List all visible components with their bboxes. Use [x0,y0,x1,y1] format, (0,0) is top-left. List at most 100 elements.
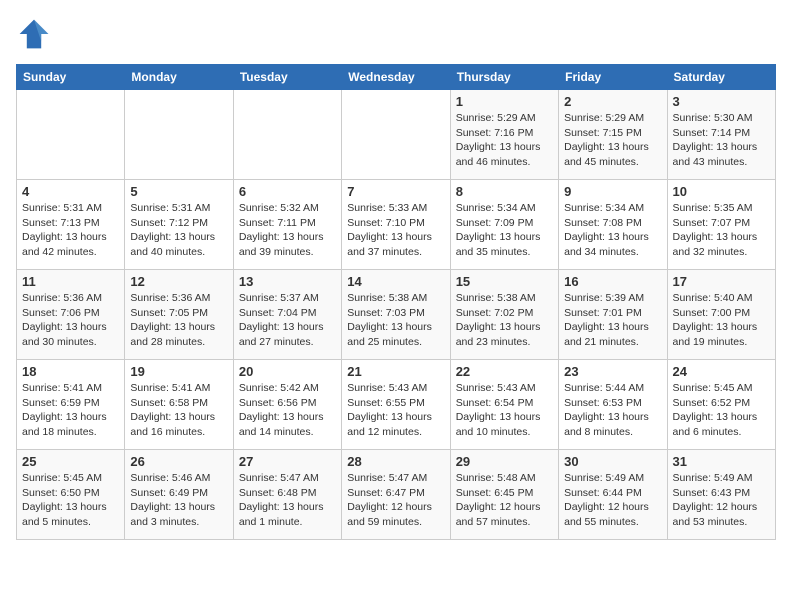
day-info: Sunrise: 5:31 AMSunset: 7:12 PMDaylight:… [130,201,227,260]
day-number: 24 [673,364,770,379]
day-number: 6 [239,184,336,199]
day-number: 9 [564,184,661,199]
calendar-cell [233,90,341,180]
calendar-cell: 11Sunrise: 5:36 AMSunset: 7:06 PMDayligh… [17,270,125,360]
day-info: Sunrise: 5:41 AMSunset: 6:59 PMDaylight:… [22,381,119,440]
calendar-week-row: 18Sunrise: 5:41 AMSunset: 6:59 PMDayligh… [17,360,776,450]
day-info: Sunrise: 5:45 AMSunset: 6:50 PMDaylight:… [22,471,119,530]
calendar-cell: 2Sunrise: 5:29 AMSunset: 7:15 PMDaylight… [559,90,667,180]
calendar-cell: 21 Sunrise: 5:43 AMSunset: 6:55 PMDayligh… [342,360,450,450]
calendar-cell: 31Sunrise: 5:49 AMSunset: 6:43 PMDayligh… [667,450,775,540]
calendar-cell [342,90,450,180]
day-number: 13 [239,274,336,289]
day-number: 21 [347,364,444,379]
day-number: 4 [22,184,119,199]
calendar-cell: 3Sunrise: 5:30 AMSunset: 7:14 PMDaylight… [667,90,775,180]
calendar-cell: 15Sunrise: 5:38 AMSunset: 7:02 PMDayligh… [450,270,558,360]
day-number: 1 [456,94,553,109]
day-info: Sunrise: 5:40 AMSunset: 7:00 PMDaylight:… [673,291,770,350]
day-number: 8 [456,184,553,199]
day-info: Sunrise: 5:49 AMSunset: 6:44 PMDaylight:… [564,471,661,530]
day-number: 25 [22,454,119,469]
day-info: Sunrise: 5:48 AMSunset: 6:45 PMDaylight:… [456,471,553,530]
day-info: Sunrise: 5:43 AMSunset: 6:55 PMDaylight:… [347,381,444,440]
calendar-cell: 26 Sunrise: 5:46 AMSunset: 6:49 PMDayligh… [125,450,233,540]
calendar-week-row: 4 Sunrise: 5:31 AMSunset: 7:13 PMDaylight… [17,180,776,270]
day-info: Sunrise: 5:45 AMSunset: 6:52 PMDaylight:… [673,381,770,440]
day-info: Sunrise: 5:36 AMSunset: 7:05 PMDaylight:… [130,291,227,350]
calendar-cell: 14 Sunrise: 5:38 AMSunset: 7:03 PMDayligh… [342,270,450,360]
calendar-cell: 7 Sunrise: 5:33 AMSunset: 7:10 PMDaylight… [342,180,450,270]
day-number: 20 [239,364,336,379]
day-number: 19 [130,364,227,379]
calendar-cell: 30 Sunrise: 5:49 AMSunset: 6:44 PMDayligh… [559,450,667,540]
page-header [16,16,776,52]
calendar-cell: 18Sunrise: 5:41 AMSunset: 6:59 PMDayligh… [17,360,125,450]
day-info: Sunrise: 5:47 AMSunset: 6:47 PMDaylight:… [347,471,444,530]
day-of-week-header: Tuesday [233,65,341,90]
day-info: Sunrise: 5:44 AMSunset: 6:53 PMDaylight:… [564,381,661,440]
calendar-week-row: 1Sunrise: 5:29 AMSunset: 7:16 PMDaylight… [17,90,776,180]
logo-icon [16,16,52,52]
day-number: 27 [239,454,336,469]
day-number: 30 [564,454,661,469]
day-of-week-header: Friday [559,65,667,90]
day-info: Sunrise: 5:39 AMSunset: 7:01 PMDaylight:… [564,291,661,350]
day-info: Sunrise: 5:33 AMSunset: 7:10 PMDaylight:… [347,201,444,260]
day-info: Sunrise: 5:37 AMSunset: 7:04 PMDaylight:… [239,291,336,350]
calendar-cell: 20 Sunrise: 5:42 AMSunset: 6:56 PMDayligh… [233,360,341,450]
day-info: Sunrise: 5:34 AMSunset: 7:08 PMDaylight:… [564,201,661,260]
day-number: 23 [564,364,661,379]
day-number: 7 [347,184,444,199]
day-info: Sunrise: 5:31 AMSunset: 7:13 PMDaylight:… [22,201,119,260]
calendar-cell: 22Sunrise: 5:43 AMSunset: 6:54 PMDayligh… [450,360,558,450]
day-info: Sunrise: 5:41 AMSunset: 6:58 PMDaylight:… [130,381,227,440]
day-number: 26 [130,454,227,469]
calendar-cell: 29Sunrise: 5:48 AMSunset: 6:45 PMDayligh… [450,450,558,540]
calendar-cell [17,90,125,180]
day-info: Sunrise: 5:34 AMSunset: 7:09 PMDaylight:… [456,201,553,260]
day-info: Sunrise: 5:46 AMSunset: 6:49 PMDaylight:… [130,471,227,530]
day-number: 28 [347,454,444,469]
calendar-cell: 13 Sunrise: 5:37 AMSunset: 7:04 PMDayligh… [233,270,341,360]
day-info: Sunrise: 5:38 AMSunset: 7:03 PMDaylight:… [347,291,444,350]
day-of-week-header: Sunday [17,65,125,90]
day-info: Sunrise: 5:47 AMSunset: 6:48 PMDaylight:… [239,471,336,530]
day-number: 5 [130,184,227,199]
day-info: Sunrise: 5:30 AMSunset: 7:14 PMDaylight:… [673,111,770,170]
day-info: Sunrise: 5:35 AMSunset: 7:07 PMDaylight:… [673,201,770,260]
day-of-week-header: Wednesday [342,65,450,90]
calendar-cell: 8 Sunrise: 5:34 AMSunset: 7:09 PMDaylight… [450,180,558,270]
day-number: 10 [673,184,770,199]
day-of-week-header: Saturday [667,65,775,90]
calendar-cell: 16Sunrise: 5:39 AMSunset: 7:01 PMDayligh… [559,270,667,360]
day-number: 14 [347,274,444,289]
calendar-cell: 25 Sunrise: 5:45 AMSunset: 6:50 PMDayligh… [17,450,125,540]
calendar-cell: 6 Sunrise: 5:32 AMSunset: 7:11 PMDaylight… [233,180,341,270]
day-number: 2 [564,94,661,109]
day-info: Sunrise: 5:42 AMSunset: 6:56 PMDaylight:… [239,381,336,440]
calendar-week-row: 25 Sunrise: 5:45 AMSunset: 6:50 PMDayligh… [17,450,776,540]
day-of-week-header: Monday [125,65,233,90]
calendar-cell: 27 Sunrise: 5:47 AMSunset: 6:48 PMDayligh… [233,450,341,540]
calendar-cell: 5 Sunrise: 5:31 AMSunset: 7:12 PMDaylight… [125,180,233,270]
calendar-table: SundayMondayTuesdayWednesdayThursdayFrid… [16,64,776,540]
day-info: Sunrise: 5:43 AMSunset: 6:54 PMDaylight:… [456,381,553,440]
calendar-week-row: 11Sunrise: 5:36 AMSunset: 7:06 PMDayligh… [17,270,776,360]
day-number: 12 [130,274,227,289]
calendar-cell: 17 Sunrise: 5:40 AMSunset: 7:00 PMDayligh… [667,270,775,360]
day-of-week-header: Thursday [450,65,558,90]
day-info: Sunrise: 5:38 AMSunset: 7:02 PMDaylight:… [456,291,553,350]
day-info: Sunrise: 5:36 AMSunset: 7:06 PMDaylight:… [22,291,119,350]
calendar-cell: 1Sunrise: 5:29 AMSunset: 7:16 PMDaylight… [450,90,558,180]
calendar-cell: 24 Sunrise: 5:45 AMSunset: 6:52 PMDayligh… [667,360,775,450]
calendar-cell: 23 Sunrise: 5:44 AMSunset: 6:53 PMDayligh… [559,360,667,450]
calendar-cell: 28 Sunrise: 5:47 AMSunset: 6:47 PMDayligh… [342,450,450,540]
day-info: Sunrise: 5:49 AMSunset: 6:43 PMDaylight:… [673,471,770,530]
day-number: 17 [673,274,770,289]
day-info: Sunrise: 5:32 AMSunset: 7:11 PMDaylight:… [239,201,336,260]
calendar-header-row: SundayMondayTuesdayWednesdayThursdayFrid… [17,65,776,90]
calendar-cell: 4 Sunrise: 5:31 AMSunset: 7:13 PMDaylight… [17,180,125,270]
calendar-cell: 12 Sunrise: 5:36 AMSunset: 7:05 PMDayligh… [125,270,233,360]
calendar-cell: 19 Sunrise: 5:41 AMSunset: 6:58 PMDayligh… [125,360,233,450]
